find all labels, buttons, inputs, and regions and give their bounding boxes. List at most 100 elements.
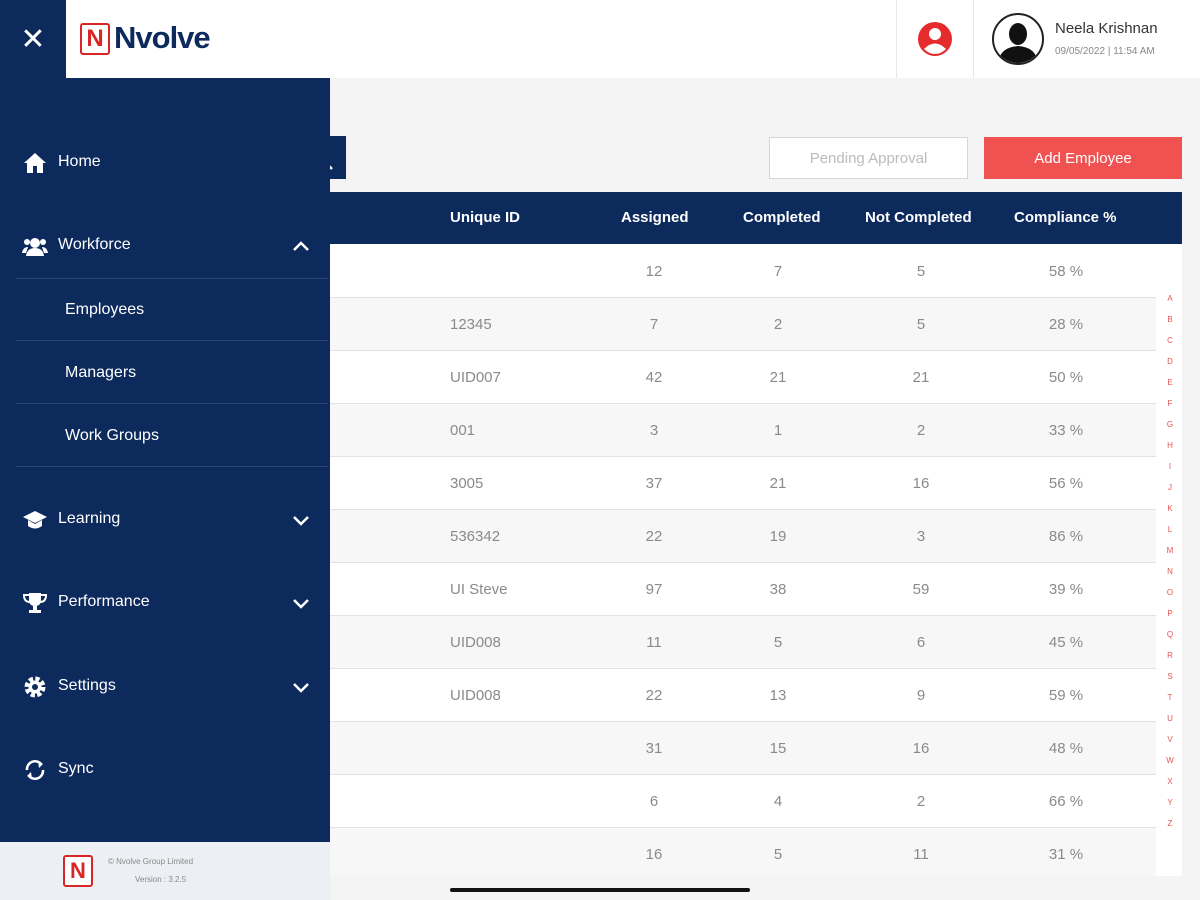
cell-not-completed: 5 [916, 316, 926, 333]
alphabet-letter[interactable]: K [1160, 502, 1180, 523]
chevron-up-icon[interactable] [290, 236, 312, 256]
cell-completed: 5 [773, 634, 783, 651]
alphabet-letter[interactable]: T [1160, 691, 1180, 712]
table-row[interactable]: UID008 11 5 6 45 % [318, 616, 1156, 669]
alphabet-letter[interactable]: A [1160, 292, 1180, 313]
sidebar-item-label: Sync [58, 760, 94, 777]
alphabet-letter[interactable]: P [1160, 607, 1180, 628]
sidebar-item-work-groups[interactable]: Work Groups [16, 405, 328, 467]
table-row[interactable]: 31 15 16 48 % [318, 722, 1156, 775]
cell-assigned: 97 [645, 581, 663, 598]
sidebar-item-workforce[interactable]: Workforce [0, 224, 330, 268]
alphabet-letter[interactable]: Z [1160, 817, 1180, 838]
logo-mark: N [80, 23, 110, 55]
alphabet-letter[interactable]: H [1160, 439, 1180, 460]
sidebar-item-label: Settings [58, 677, 116, 694]
alphabet-letter[interactable]: I [1160, 460, 1180, 481]
cell-compliance: 58 % [1048, 263, 1084, 280]
alphabet-letter[interactable]: G [1160, 418, 1180, 439]
alphabet-letter[interactable]: D [1160, 355, 1180, 376]
table-row[interactable]: 6 4 2 66 % [318, 775, 1156, 828]
alphabet-letter[interactable]: Q [1160, 628, 1180, 649]
cell-assigned: 22 [645, 528, 663, 545]
alphabet-letter[interactable]: O [1160, 586, 1180, 607]
cell-completed: 15 [769, 740, 787, 757]
sidebar-item-label: Home [58, 153, 101, 170]
cell-not-completed: 2 [916, 422, 926, 439]
column-header-compliance[interactable]: Compliance % [1014, 209, 1117, 226]
sidebar-item-managers[interactable]: Managers [16, 342, 328, 404]
table-row[interactable]: UID007 42 21 21 50 % [318, 351, 1156, 404]
footer-logo-mark: N [63, 855, 93, 887]
cell-completed: 21 [769, 475, 787, 492]
cell-unique-id: UID008 [450, 687, 501, 704]
table-row[interactable]: 3005 37 21 16 56 % [318, 457, 1156, 510]
cell-completed: 5 [773, 846, 783, 863]
alphabet-index[interactable]: ABCDEFGHIJKLMNOPQRSTUVWXYZ [1160, 292, 1180, 838]
alphabet-letter[interactable]: U [1160, 712, 1180, 733]
user-name: Neela Krishnan [1055, 20, 1158, 37]
pending-approval-button[interactable]: Pending Approval [769, 137, 968, 179]
cell-not-completed: 6 [916, 634, 926, 651]
table-row[interactable]: 16 5 11 31 % [318, 828, 1156, 876]
cell-assigned: 12 [645, 263, 663, 280]
add-employee-button[interactable]: Add Employee [984, 137, 1182, 179]
sidebar-item-label: Workforce [58, 236, 131, 253]
cell-not-completed: 11 [913, 846, 929, 863]
column-header-completed[interactable]: Completed [743, 209, 821, 226]
alphabet-letter[interactable]: E [1160, 376, 1180, 397]
sidebar-item-sync[interactable]: Sync [0, 748, 330, 792]
chevron-down-icon[interactable] [290, 593, 312, 613]
table-row[interactable]: 12345 7 2 5 28 % [318, 298, 1156, 351]
alphabet-letter[interactable]: X [1160, 775, 1180, 796]
alphabet-letter[interactable]: B [1160, 313, 1180, 334]
alphabet-letter[interactable]: W [1160, 754, 1180, 775]
column-header-assigned[interactable]: Assigned [621, 209, 689, 226]
alphabet-letter[interactable]: L [1160, 523, 1180, 544]
sidebar-item-home[interactable]: Home [0, 141, 330, 185]
sidebar-item-learning[interactable]: Learning [0, 498, 330, 542]
sync-icon [22, 758, 48, 782]
chevron-down-icon[interactable] [290, 510, 312, 530]
cell-unique-id: 12345 [450, 316, 492, 333]
table-row[interactable]: UID008 22 13 9 59 % [318, 669, 1156, 722]
chevron-down-icon[interactable] [290, 677, 312, 697]
cell-assigned: 7 [649, 316, 659, 333]
user-profile-icon[interactable] [916, 20, 954, 58]
alphabet-letter[interactable]: J [1160, 481, 1180, 502]
column-header-not-completed[interactable]: Not Completed [865, 209, 972, 226]
workforce-icon [22, 234, 48, 258]
sidebar-item-label: Managers [65, 364, 137, 381]
avatar[interactable] [992, 13, 1044, 65]
cell-compliance: 56 % [1048, 475, 1084, 492]
sidebar-item-employees[interactable]: Employees [16, 279, 328, 341]
cell-assigned: 22 [645, 687, 663, 704]
brand-name: Nvolve [114, 20, 211, 55]
alphabet-letter[interactable]: S [1160, 670, 1180, 691]
cell-unique-id: UID007 [450, 369, 501, 386]
column-header-unique-id[interactable]: Unique ID [450, 209, 520, 226]
table-row[interactable]: 12 7 5 58 % [318, 245, 1156, 298]
alphabet-letter[interactable]: R [1160, 649, 1180, 670]
alphabet-letter[interactable]: Y [1160, 796, 1180, 817]
alphabet-letter[interactable]: M [1160, 544, 1180, 565]
cell-assigned: 42 [645, 369, 663, 386]
sidebar-item-settings[interactable]: Settings [0, 665, 330, 709]
cell-compliance: 50 % [1048, 369, 1084, 386]
trophy-icon [22, 591, 48, 615]
cell-compliance: 59 % [1048, 687, 1084, 704]
alphabet-letter[interactable]: N [1160, 565, 1180, 586]
table-row[interactable]: 001 3 1 2 33 % [318, 404, 1156, 457]
sidebar-item-label: Work Groups [65, 427, 159, 444]
table-row[interactable]: UI Steve 97 38 59 39 % [318, 563, 1156, 616]
sidebar-item-performance[interactable]: Performance [0, 581, 330, 625]
cell-compliance: 31 % [1048, 846, 1084, 863]
cell-assigned: 37 [645, 475, 663, 492]
alphabet-letter[interactable]: V [1160, 733, 1180, 754]
alphabet-letter[interactable]: C [1160, 334, 1180, 355]
cell-completed: 19 [769, 528, 787, 545]
table-row[interactable]: 536342 22 19 3 86 % [318, 510, 1156, 563]
cell-unique-id: UID008 [450, 634, 501, 651]
alphabet-letter[interactable]: F [1160, 397, 1180, 418]
close-icon[interactable]: ✕ [0, 0, 66, 78]
